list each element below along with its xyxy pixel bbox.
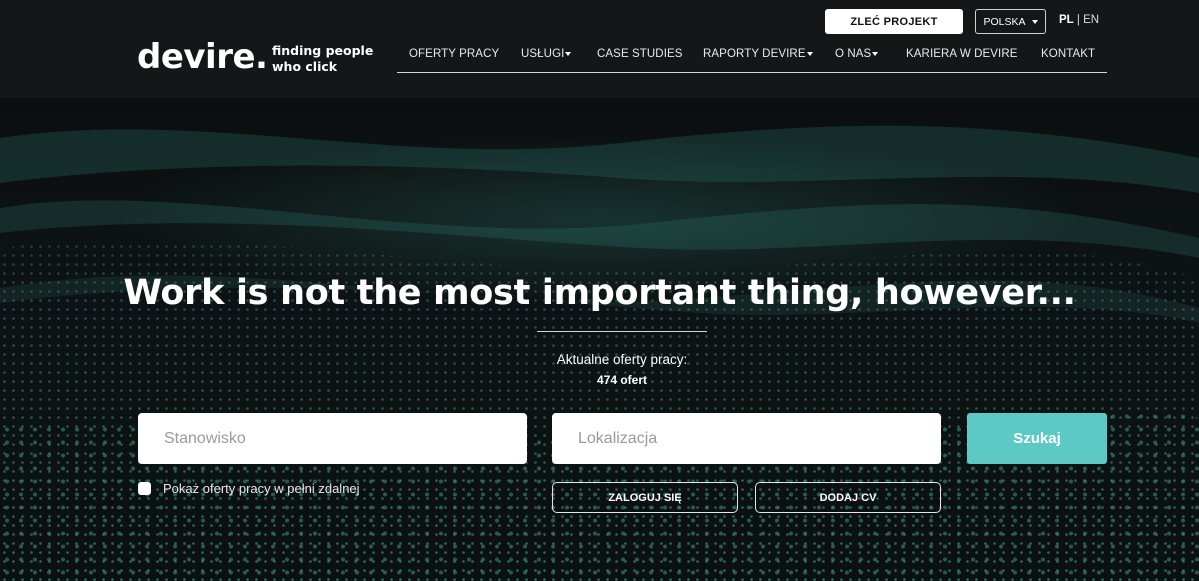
- site-header: devire. finding people who click ZLEĆ PR…: [0, 0, 1199, 98]
- nav-item-label: KARIERA W DEVIRE: [906, 48, 1018, 60]
- caret-down-icon: [806, 51, 813, 56]
- nav-item-label: O NAS: [835, 48, 872, 60]
- add-cv-button[interactable]: DODAJ CV: [755, 482, 941, 513]
- nav-item-label: KONTAKT: [1041, 48, 1096, 60]
- login-button[interactable]: ZALOGUJ SIĘ: [552, 482, 738, 513]
- search-button[interactable]: Szukaj: [967, 413, 1107, 464]
- nav-item-reports[interactable]: RAPORTY DEVIRE: [703, 48, 813, 60]
- lang-en-link[interactable]: EN: [1083, 14, 1099, 26]
- position-search-input[interactable]: [138, 413, 527, 464]
- order-project-button[interactable]: ZLEĆ PROJEKT: [825, 9, 963, 34]
- checkbox-box[interactable]: [138, 482, 151, 495]
- hero-headline: Work is not the most important thing, ho…: [123, 273, 1076, 313]
- nav-item-case-studies[interactable]: CASE STUDIES: [597, 48, 683, 60]
- nav-item-career[interactable]: KARIERA W DEVIRE: [906, 48, 1018, 60]
- tagline-line-2: who click: [272, 59, 338, 74]
- tagline-line-1: finding people: [272, 43, 374, 58]
- location-search-input[interactable]: [552, 413, 941, 464]
- nav-item-job-offers[interactable]: OFERTY PRACY: [409, 48, 499, 60]
- nav-item-about[interactable]: O NAS: [835, 48, 879, 60]
- logo-tagline: finding people who click: [272, 43, 373, 75]
- nav-item-services[interactable]: USŁUGI: [521, 48, 572, 60]
- country-select[interactable]: POLSKA: [975, 9, 1046, 34]
- remote-only-checkbox[interactable]: Pokaż oferty pracy w pełni zdalnej: [138, 481, 360, 496]
- current-offers-label: Aktualne oferty pracy:: [556, 352, 688, 367]
- caret-down-icon: [872, 51, 879, 56]
- country-select-value: POLSKA: [983, 15, 1026, 28]
- nav-item-label: USŁUGI: [521, 48, 565, 60]
- lang-pl-link[interactable]: PL: [1059, 14, 1074, 26]
- language-switcher: PL | EN: [1059, 14, 1099, 26]
- caret-down-icon: [1031, 19, 1038, 24]
- nav-item-label: RAPORTY DEVIRE: [703, 48, 806, 60]
- devire-logo[interactable]: devire.: [137, 40, 268, 74]
- nav-item-contact[interactable]: KONTAKT: [1041, 48, 1095, 60]
- remote-only-label: Pokaż oferty pracy w pełni zdalnej: [163, 481, 360, 496]
- hero-section: Work is not the most important thing, ho…: [0, 98, 1199, 581]
- nav-item-label: CASE STUDIES: [597, 48, 683, 60]
- offers-count: 474 ofert: [596, 373, 648, 387]
- headline-divider: [537, 331, 707, 332]
- main-navigation: OFERTY PRACY USŁUGI CASE STUDIES RAPORTY…: [397, 42, 1107, 73]
- caret-down-icon: [565, 51, 572, 56]
- lang-separator: |: [1076, 14, 1080, 26]
- nav-item-label: OFERTY PRACY: [409, 48, 500, 60]
